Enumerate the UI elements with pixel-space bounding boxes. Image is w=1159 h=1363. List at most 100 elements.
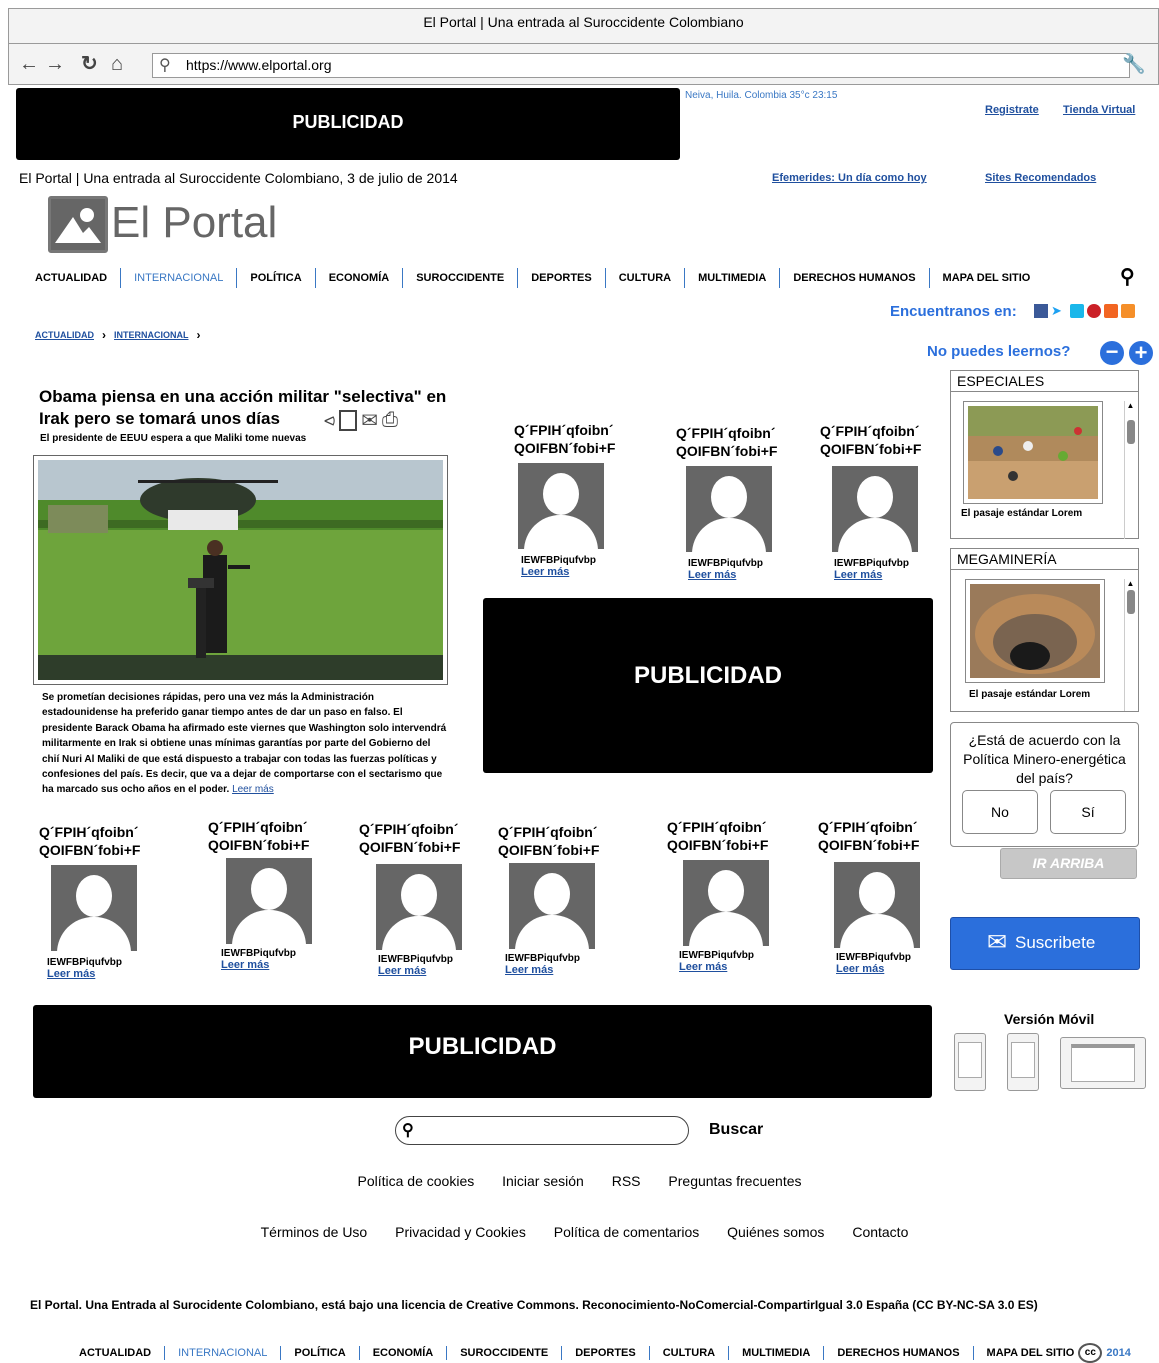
footer-menu-internacional[interactable]: INTERNACIONAL <box>178 1347 267 1359</box>
profile-card[interactable]: Q´FPIH´qfoibn´ QOIFBN´fobi+F IEWFBPiqufv… <box>359 820 474 977</box>
footer-link-cookies[interactable]: Política de cookies <box>358 1173 475 1189</box>
rss-icon[interactable] <box>1121 304 1135 318</box>
footer-menu-actualidad[interactable]: ACTUALIDAD <box>79 1347 151 1359</box>
facebook-icon[interactable] <box>1034 304 1048 318</box>
especiales-image[interactable] <box>963 401 1103 504</box>
poll-box: ¿Está de acuerdo con la Política Minero-… <box>950 722 1139 847</box>
subscribe-button[interactable]: ✉ Suscribete <box>950 917 1140 970</box>
share-icon[interactable]: ⪦ <box>324 409 335 432</box>
footer-menu-mapa-del-sitio[interactable]: MAPA DEL SITIO <box>987 1347 1075 1359</box>
footer-menu-cultura[interactable]: CULTURA <box>663 1347 715 1359</box>
print-icon[interactable]: ⎙ <box>382 409 398 432</box>
profile-read-more[interactable]: Leer más <box>505 964 613 976</box>
zoom-in-icon[interactable]: + <box>1129 341 1153 365</box>
footer-link-faq[interactable]: Preguntas frecuentes <box>668 1173 801 1189</box>
profile-read-more[interactable]: Leer más <box>679 961 782 973</box>
menu-politica[interactable]: POLÍTICA <box>250 272 301 284</box>
menu-derechos-humanos[interactable]: DERECHOS HUMANOS <box>793 272 915 284</box>
wrench-icon[interactable]: 🔧 <box>1122 52 1146 76</box>
footer-link-privacy[interactable]: Privacidad y Cookies <box>395 1224 526 1240</box>
address-bar[interactable]: ⚲ https://www.elportal.org <box>152 53 1130 78</box>
forward-icon[interactable]: → <box>45 54 65 74</box>
footer-link-contact[interactable]: Contacto <box>852 1224 908 1240</box>
footer-menu-suroccidente[interactable]: SUROCCIDENTE <box>460 1347 548 1359</box>
profile-read-more[interactable]: Leer más <box>688 569 791 581</box>
reload-icon[interactable]: ↻ <box>81 54 98 74</box>
profile-card[interactable]: Q´FPIH´qfoibn´ QOIFBN´fobi+F IEWFBPiqufv… <box>820 422 935 581</box>
menu-suroccidente[interactable]: SUROCCIDENTE <box>416 272 504 284</box>
profile-read-more[interactable]: Leer más <box>521 566 629 578</box>
pdf-icon[interactable] <box>339 410 358 431</box>
footer-search-input[interactable]: ⚲ <box>395 1116 689 1145</box>
zoom-out-icon[interactable]: − <box>1100 341 1124 365</box>
tablet-icon[interactable] <box>1060 1037 1146 1089</box>
site-search-icon[interactable]: ⚲ <box>1120 264 1135 289</box>
footer-link-about[interactable]: Quiénes somos <box>727 1224 824 1240</box>
weather-time: Neiva, Huila. Colombia 35°c 23:15 <box>685 90 838 101</box>
twitter-icon[interactable]: ➤ <box>1051 304 1067 318</box>
megamineria-image[interactable] <box>965 579 1105 683</box>
menu-deportes[interactable]: DEPORTES <box>531 272 592 284</box>
article-read-more[interactable]: Leer más <box>232 784 274 795</box>
search-button[interactable]: Buscar <box>709 1121 763 1139</box>
phone-icon[interactable] <box>1007 1033 1039 1091</box>
footer-menu: ACTUALIDAD INTERNACIONAL POLÍTICA ECONOM… <box>79 1343 1131 1363</box>
back-icon[interactable]: ← <box>19 54 39 74</box>
top-ad-banner[interactable]: PUBLICIDAD <box>16 88 680 160</box>
profile-card[interactable]: Q´FPIH´qfoibn´ QOIFBN´fobi+F IEWFBPiqufv… <box>208 818 323 971</box>
poll-yes-button[interactable]: Sí <box>1050 790 1126 834</box>
footer-link-comments[interactable]: Política de comentarios <box>554 1224 700 1240</box>
back-to-top-button[interactable]: IR ARRIBA <box>1000 848 1137 879</box>
footer-menu-multimedia[interactable]: MULTIMEDIA <box>742 1347 810 1359</box>
profile-read-more[interactable]: Leer más <box>836 963 933 975</box>
bottom-ad-banner[interactable]: PUBLICIDAD <box>33 1005 932 1098</box>
poll-no-button[interactable]: No <box>962 790 1038 834</box>
email-icon[interactable]: ✉ <box>361 408 378 433</box>
logo-image-icon <box>48 196 108 253</box>
profile-card[interactable]: Q´FPIH´qfoibn´ QOIFBN´fobi+F IEWFBPiqufv… <box>514 421 629 578</box>
article-body-text: Se prometían decisiones rápidas, pero un… <box>42 692 447 796</box>
vimeo-icon[interactable] <box>1070 304 1084 318</box>
breadcrumb-actualidad[interactable]: ACTUALIDAD <box>35 330 94 340</box>
middle-ad-banner[interactable]: PUBLICIDAD <box>483 598 933 773</box>
store-link[interactable]: Tienda Virtual <box>1063 104 1135 116</box>
main-menu: ACTUALIDAD INTERNACIONAL POLÍTICA ECONOM… <box>35 268 1030 288</box>
profile-card[interactable]: Q´FPIH´qfoibn´ QOIFBN´fobi+F IEWFBPiqufv… <box>498 823 613 976</box>
footer-link-login[interactable]: Iniciar sesión <box>502 1173 584 1189</box>
menu-actualidad[interactable]: ACTUALIDAD <box>35 272 107 284</box>
footer-menu-deportes[interactable]: DEPORTES <box>575 1347 636 1359</box>
breadcrumb-internacional[interactable]: INTERNACIONAL <box>114 330 189 340</box>
footer-menu-derechos-humanos[interactable]: DERECHOS HUMANOS <box>837 1347 959 1359</box>
footer-menu-politica[interactable]: POLÍTICA <box>294 1347 345 1359</box>
menu-multimedia[interactable]: MULTIMEDIA <box>698 272 766 284</box>
profile-read-more[interactable]: Leer más <box>221 959 323 971</box>
menu-cultura[interactable]: CULTURA <box>619 272 671 284</box>
footer-link-terms[interactable]: Términos de Uso <box>261 1224 368 1240</box>
profile-name: IEWFBPiqufvbp <box>47 957 122 968</box>
profile-read-more[interactable]: Leer más <box>47 968 154 980</box>
profile-read-more[interactable]: Leer más <box>378 965 474 977</box>
profile-card[interactable]: Q´FPIH´qfoibn´ QOIFBN´fobi+F IEWFBPiqufv… <box>39 823 154 980</box>
url-text: https://www.elportal.org <box>186 57 332 73</box>
profile-card[interactable]: Q´FPIH´qfoibn´ QOIFBN´fobi+F IEWFBPiqufv… <box>676 424 791 581</box>
blogger-icon[interactable] <box>1104 304 1118 318</box>
register-link[interactable]: Registrate <box>985 104 1039 116</box>
pinterest-icon[interactable] <box>1087 304 1101 318</box>
megamineria-scrollbar[interactable]: ▲ <box>1124 579 1136 711</box>
profile-read-more[interactable]: Leer más <box>834 569 935 581</box>
article-tools: ⪦ ✉ ⎙ <box>324 408 399 433</box>
article-photo[interactable] <box>33 455 448 685</box>
menu-economia[interactable]: ECONOMÍA <box>329 272 390 284</box>
footer-menu-economia[interactable]: ECONOMÍA <box>373 1347 434 1359</box>
profile-name: IEWFBPiqufvbp <box>521 555 596 566</box>
profile-card[interactable]: Q´FPIH´qfoibn´ QOIFBN´fobi+F IEWFBPiqufv… <box>818 818 933 975</box>
efemerides-link[interactable]: Efemerides: Un día como hoy <box>772 172 927 184</box>
footer-link-rss[interactable]: RSS <box>612 1173 641 1189</box>
sites-link[interactable]: Sites Recomendados <box>985 172 1096 184</box>
especiales-scrollbar[interactable]: ▲ <box>1124 401 1136 539</box>
menu-mapa-del-sitio[interactable]: MAPA DEL SITIO <box>943 272 1031 284</box>
home-icon[interactable]: ⌂ <box>111 54 123 74</box>
phone-icon[interactable] <box>954 1033 986 1091</box>
profile-card[interactable]: Q´FPIH´qfoibn´ QOIFBN´fobi+F IEWFBPiqufv… <box>667 818 782 973</box>
menu-internacional[interactable]: INTERNACIONAL <box>134 272 223 284</box>
